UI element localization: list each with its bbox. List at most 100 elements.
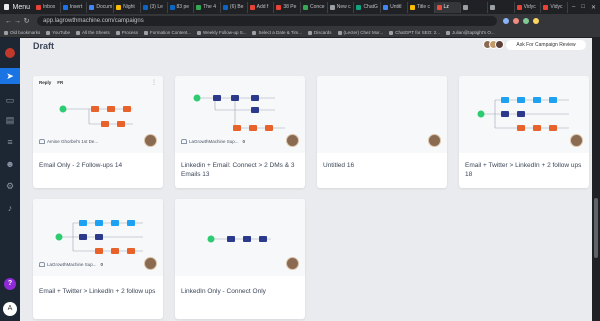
linkedin-node [259, 236, 267, 242]
bookmark-item[interactable]: Process [115, 30, 138, 35]
bookmark-item[interactable]: YouTube [46, 30, 70, 35]
browser-tab[interactable]: Untitl [381, 1, 408, 13]
inbox-icon[interactable]: ▭ [4, 94, 16, 106]
settings-icon[interactable]: ⚙ [4, 180, 16, 192]
tab-label: (3) Le [149, 4, 163, 10]
browser-tab[interactable]: New c [328, 1, 355, 13]
email-node [117, 121, 125, 127]
campaigns-icon[interactable]: ➤ [0, 68, 20, 84]
language-badge[interactable]: FR [57, 80, 63, 85]
browser-tab[interactable]: 38 Pe [274, 1, 302, 13]
more-options-icon[interactable]: ⋮ [151, 79, 157, 86]
linkedin-node [501, 111, 509, 117]
linkedin-node [227, 236, 235, 242]
bookmark-item[interactable]: Formation Content... [144, 30, 191, 35]
browser-tab[interactable]: 83 pe [168, 1, 195, 13]
bookmark-item[interactable]: Weekly Follow-up S... [197, 30, 246, 35]
extension-icon[interactable] [503, 18, 509, 24]
list-icon[interactable]: ≡ [4, 136, 16, 148]
browser-tab[interactable]: Lz [434, 1, 462, 13]
browser-tab[interactable]: Insert [61, 1, 88, 13]
campaign-card[interactable]: LaGrowthMachine Sup... 0 Linkedin + Email:… [175, 76, 305, 188]
extension-icon[interactable] [523, 18, 529, 24]
campaign-title[interactable]: Email Only - 2 Follow-ups 14 [39, 161, 159, 170]
bell-icon[interactable]: ♪ [4, 202, 16, 214]
bookmark-item[interactable]: (Lecter) Chez Mor... [337, 30, 384, 35]
tab-favicon-icon [222, 4, 228, 10]
twitter-node [549, 97, 557, 103]
bookmark-item[interactable]: Discards [308, 30, 332, 35]
campaign-card[interactable]: LaGrowthMachine Sup... 0 Email + Twitter >… [33, 199, 163, 319]
campaign-title[interactable]: Linkedin + Email: Connect > 2 DMs & 3 Em… [181, 161, 301, 179]
owner-name: LaGrowthMachine Sup... [189, 139, 239, 144]
campaign-title[interactable]: LinkedIn Only - Connect Only [181, 287, 301, 296]
bookmark-label: ChatGPT for SEO: 2... [395, 30, 440, 35]
tab-label: ChatG [363, 4, 378, 10]
browser-tab[interactable]: (6) Be [221, 1, 248, 13]
browser-tab[interactable]: Vidyc [515, 1, 542, 13]
bookmark-item[interactable]: ChatGPT for SEO: 2... [389, 30, 440, 35]
maximize-icon[interactable]: □ [581, 4, 585, 11]
menu-icon [4, 4, 10, 10]
owner-avatar [286, 134, 299, 147]
forward-icon[interactable]: → [13, 18, 22, 25]
scrollbar-thumb[interactable] [594, 198, 598, 258]
browser-tab[interactable]: Conce [301, 1, 328, 13]
browser-menu-button[interactable]: Menu [0, 0, 34, 14]
browser-tab[interactable]: Add f [248, 1, 275, 13]
close-icon[interactable]: ✕ [591, 4, 596, 11]
stats-icon[interactable]: ▤ [4, 114, 16, 126]
campaign-card[interactable]: Untitled 16 [317, 76, 447, 188]
browser-tab[interactable]: The 4 [194, 1, 221, 13]
bookmark-icon [445, 30, 450, 35]
bookmark-item[interactable]: Select a Date & Tim... [252, 30, 302, 35]
campaign-card[interactable]: Email + Twitter > LinkedIn + 2 follow up… [459, 76, 589, 188]
email-node [265, 125, 273, 131]
tab-label: Untitl [390, 4, 402, 10]
browser-tab[interactable]: Night [114, 1, 141, 13]
ask-campaign-review-button[interactable]: Ask For Campaign Review [506, 40, 586, 50]
campaign-card[interactable]: Reply FR ⋮ Amine Ghorbel's 1st De... Email O… [33, 76, 163, 188]
profile-icon[interactable] [533, 18, 539, 24]
extension-icon[interactable] [513, 18, 519, 24]
bookmark-item[interactable]: Old bookmarks [4, 30, 40, 35]
minimize-icon[interactable]: – [572, 4, 575, 11]
email-node [549, 125, 557, 131]
browser-tab[interactable]: Docum [87, 1, 115, 13]
owner-avatar [286, 257, 299, 270]
user-icon[interactable]: ☻ [4, 158, 16, 170]
start-node [59, 105, 67, 113]
email-node [533, 125, 541, 131]
tab-label: (6) Be [229, 4, 244, 10]
campaign-title[interactable]: Email + Twitter > LinkedIn + 2 follow up… [465, 161, 585, 179]
back-icon[interactable]: ← [4, 18, 13, 25]
bookmark-item[interactable]: All the Sheets [75, 30, 110, 35]
scrollbar[interactable] [592, 38, 600, 321]
tab-favicon-icon [303, 4, 309, 10]
browser-tab[interactable]: Title c [408, 1, 435, 13]
browser-tab[interactable] [488, 1, 515, 13]
campaign-card[interactable]: LinkedIn Only - Connect Only [175, 199, 305, 319]
brand-logo[interactable] [5, 48, 15, 58]
bookmark-icon [389, 30, 394, 35]
browser-tab[interactable]: Inbox [34, 1, 61, 13]
url-field[interactable]: app.lagrowthmachine.com/campaigns [37, 16, 497, 26]
campaign-owner: Amine Ghorbel's 1st De... [39, 139, 135, 144]
help-icon[interactable]: ? [4, 278, 16, 290]
browser-tab[interactable]: (3) Le [141, 1, 168, 13]
url-text: app.lagrowthmachine.com/campaigns [43, 18, 144, 24]
account-avatar[interactable]: A [3, 302, 17, 316]
browser-tab[interactable]: ChatG [354, 1, 382, 13]
tab-label: Lz [443, 4, 449, 10]
campaign-title[interactable]: Untitled 16 [323, 161, 443, 170]
linkedin-node [79, 234, 87, 240]
bookmark-label: (Lecter) Chez Mor... [343, 30, 384, 35]
campaign-title[interactable]: Email + Twitter > LinkedIn + 2 follow up… [39, 287, 159, 296]
reload-icon[interactable]: ↻ [22, 17, 31, 25]
browser-tab[interactable] [461, 1, 488, 13]
bookmark-label: Process [121, 30, 138, 35]
twitter-node [501, 97, 509, 103]
bookmark-item[interactable]: Julian@taptight's O... [445, 30, 495, 35]
reply-toggle[interactable]: Reply [39, 80, 51, 85]
browser-tab[interactable]: Vidyc [541, 1, 568, 13]
